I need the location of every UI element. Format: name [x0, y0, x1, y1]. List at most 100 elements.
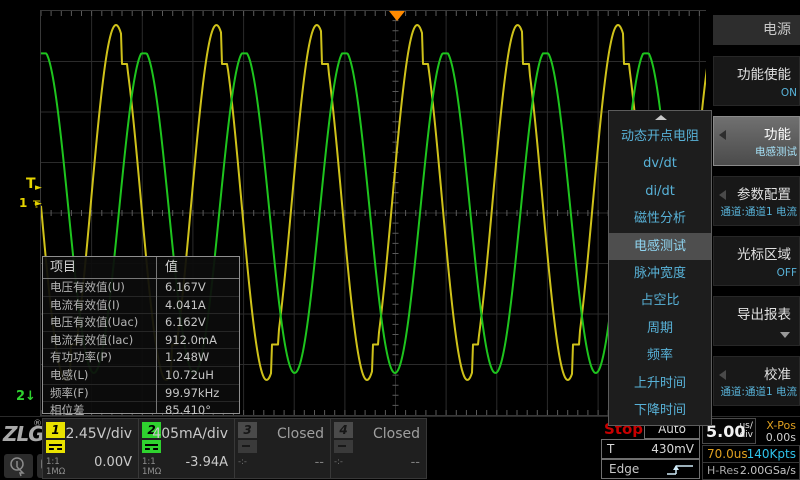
row-item: 频率(F): [50, 385, 152, 402]
channel2-marker-label: 2: [16, 389, 25, 404]
channel-offset: --: [411, 455, 420, 470]
probe-ratio: 1:1 1MΩ: [142, 457, 161, 477]
window-duration: 70.0us: [707, 447, 748, 461]
row-value: 1.248W: [165, 349, 209, 366]
row-value: 10.72uH: [165, 367, 214, 384]
rising-edge-icon: [665, 462, 695, 477]
channel1-marker-label: 1: [19, 196, 27, 210]
chevron-left-icon: [719, 370, 726, 380]
channel-4-block[interactable]: 4-:-Closed--: [330, 418, 427, 479]
trigger-status-block: Stop Auto T 430mV Edge: [600, 418, 700, 479]
header-value: 值: [165, 257, 178, 278]
menu-item-6[interactable]: 脉冲宽度: [609, 260, 711, 287]
table-row: 有功功率(P) 1.248W: [43, 348, 239, 366]
menu-item-8[interactable]: 周期: [609, 315, 711, 342]
sidebar-button-value: 通道:通道1 电流: [713, 384, 797, 399]
channel-offset: 0.00V: [94, 455, 132, 470]
table-row: 电感(L) 10.72uH: [43, 366, 239, 384]
trigger-level-value: 430mV: [651, 442, 694, 456]
sample-rate: 2.00GSa/s: [740, 464, 796, 477]
sidebar-button-value: 通道:通道1 电流: [713, 204, 797, 219]
table-row: 电压有效值(Uac) 6.162V: [43, 313, 239, 331]
resolution-row: H-Res 2.00GSa/s: [702, 462, 800, 480]
channel-3-block[interactable]: 3-:-Closed--: [234, 418, 331, 479]
xpos-value: 0.00s: [766, 431, 796, 444]
menu-item-9[interactable]: 频率: [609, 342, 711, 369]
row-item: 电感(L): [50, 367, 152, 384]
sidebar-button-3[interactable]: 参数配置通道:通道1 电流: [713, 176, 800, 226]
menu-scroll-up[interactable]: [609, 111, 711, 123]
sidebar-button-4[interactable]: 光标区域OFF: [713, 236, 800, 286]
timebase-block: 5.00 us/ div X-Pos 0.00s 70.0us 140Kpts …: [700, 418, 800, 479]
channel2-offscreen-arrow-icon: ↓: [25, 389, 36, 404]
channel-scale: Closed: [373, 426, 420, 442]
channel-offset: --: [315, 455, 324, 470]
menu-item-4[interactable]: 磁性分析: [609, 205, 711, 232]
sidebar-button-label: 校准: [764, 363, 791, 383]
trigger-level-marker[interactable]: T ►: [26, 176, 36, 192]
menu-items: 动态开点电阻dv/dtdi/dt磁性分析电感测试脉冲宽度占空比周期频率上升时间下…: [609, 123, 711, 424]
menu-item-1[interactable]: 动态开点电阻: [609, 123, 711, 150]
channel-scale: 405mA/div: [152, 426, 228, 442]
table-row: 电流有效值(Iac) 912.0mA: [43, 331, 239, 349]
sidebar-title: 电源: [713, 15, 800, 45]
sidebar-button-label: 功能使能: [737, 63, 791, 83]
table-row: 电压有效值(U)6.167V: [43, 279, 239, 296]
coupling-icon: [334, 440, 353, 453]
menu-item-11[interactable]: 下降时间: [609, 397, 711, 424]
channel-scale: 2.45V/div: [65, 426, 132, 442]
header-item: 项目: [50, 257, 76, 278]
capture-window-row: 70.0us 140Kpts: [702, 445, 800, 463]
measurement-rows: 电压有效值(U)6.167V电流有效值(I)4.041A电压有效值(Uac) 6.…: [43, 279, 239, 419]
sidebar-button-5[interactable]: 导出报表: [713, 296, 800, 346]
row-value: 912.0mA: [165, 332, 217, 349]
memory-points: 140Kpts: [747, 447, 796, 461]
hres-label: H-Res: [707, 464, 739, 477]
table-column-divider: [156, 257, 157, 413]
trigger-position-marker-icon[interactable]: [389, 11, 405, 21]
table-row: 电流有效值(I)4.041A: [43, 296, 239, 314]
row-item: 电压有效值(Uac): [50, 314, 152, 331]
channel1-zero-marker[interactable]: 1 ►: [19, 196, 41, 210]
sidebar-button-6[interactable]: 校准通道:通道1 电流: [713, 356, 800, 406]
menu-item-5[interactable]: 电感测试: [609, 233, 711, 260]
probe-ratio: 1:1 1MΩ: [46, 457, 65, 477]
function-dropdown-menu: 动态开点电阻dv/dtdi/dt磁性分析电感测试脉冲宽度占空比周期频率上升时间下…: [608, 110, 712, 426]
coupling-icon: [238, 440, 257, 453]
menu-item-3[interactable]: di/dt: [609, 178, 711, 205]
sidebar-button-1[interactable]: 功能使能 ON: [713, 56, 800, 106]
menu-item-7[interactable]: 占空比: [609, 287, 711, 314]
xpos-readout[interactable]: X-Pos 0.00s: [758, 418, 798, 444]
channel-offset: -3.94A: [185, 455, 228, 470]
channel-1-block[interactable]: 11:1 1MΩ2.45V/div0.00V: [42, 418, 139, 479]
touch-pointer-icon[interactable]: [4, 454, 33, 478]
menu-item-2[interactable]: dv/dt: [609, 150, 711, 177]
trigger-type-row[interactable]: Edge: [601, 459, 700, 479]
probe-ratio: -:-: [238, 457, 247, 467]
channel-scale: Closed: [277, 426, 324, 442]
measurement-table-header: 项目 值: [43, 257, 239, 279]
table-row: 频率(F) 99.97kHz: [43, 384, 239, 402]
timebase-units: us/ div: [739, 422, 753, 440]
row-item: 有功功率(P): [50, 349, 152, 366]
channel2-zero-marker[interactable]: 2↓: [16, 389, 36, 404]
sidebar-button-label: 光标区域: [737, 243, 791, 263]
coupling-icon: [46, 440, 65, 453]
chevron-left-icon: [719, 190, 726, 200]
row-item: 电流有效值(Iac): [50, 332, 152, 349]
trigger-level-arrow-icon: ►: [35, 183, 42, 193]
sidebar-button-2[interactable]: 功能电感测试: [713, 116, 800, 166]
chevron-down-icon: [780, 332, 790, 338]
sidebar-button-value: 电感测试: [713, 144, 797, 159]
channel-2-block[interactable]: 21:1 1MΩ405mA/div-3.94A: [138, 418, 235, 479]
trigger-source-label: T: [607, 442, 614, 456]
trigger-level-row[interactable]: T 430mV: [601, 439, 700, 459]
sidebar-button-value: ON: [713, 87, 797, 99]
row-value: 99.97kHz: [165, 385, 219, 402]
registered-mark: ®: [33, 419, 42, 429]
menu-item-10[interactable]: 上升时间: [609, 370, 711, 397]
row-value: 4.041A: [165, 297, 206, 314]
scroll-up-icon: [655, 115, 667, 120]
sidebar-button-label: 参数配置: [737, 183, 791, 203]
row-value: 6.162V: [165, 314, 206, 331]
